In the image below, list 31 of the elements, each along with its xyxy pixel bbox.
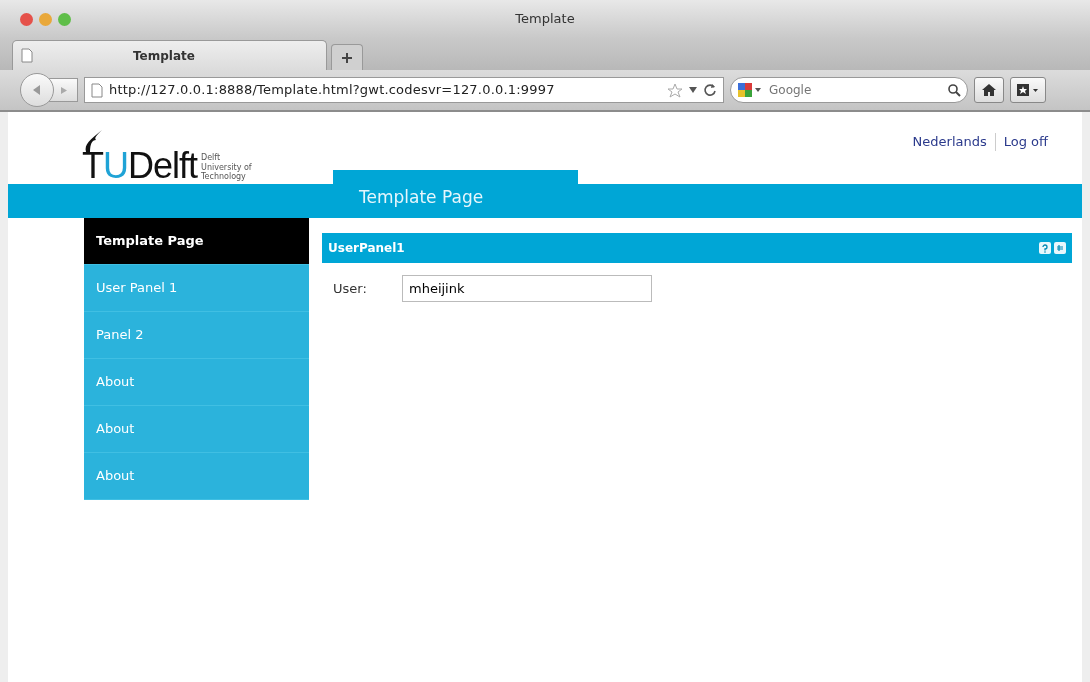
address-bar[interactable]: http://127.0.0.1:8888/Template.html?gwt.codesvr=127.0.0.1:9997 xyxy=(84,77,724,103)
dropdown-icon[interactable] xyxy=(689,87,697,93)
page-icon xyxy=(91,82,103,98)
home-button[interactable] xyxy=(974,77,1004,103)
header-link[interactable]: Log off xyxy=(1003,132,1048,152)
logo-wordmark: TUDelft xyxy=(82,148,198,184)
search-engine-icon[interactable] xyxy=(737,82,763,98)
home-icon xyxy=(981,83,997,97)
bookmarks-button[interactable] xyxy=(1010,77,1046,103)
help-icon[interactable] xyxy=(1039,242,1051,254)
page-icon xyxy=(21,48,33,63)
forward-arrow-icon xyxy=(58,85,68,95)
sidebar-item[interactable]: Template Page xyxy=(84,218,309,265)
zoom-button[interactable] xyxy=(58,12,71,26)
back-button[interactable] xyxy=(20,73,54,107)
field-label: User: xyxy=(333,279,368,298)
star-icon[interactable] xyxy=(667,82,683,98)
bookmark-star-icon xyxy=(1016,83,1040,97)
header-link[interactable]: Nederlands xyxy=(912,132,987,152)
user-field[interactable]: mheijink xyxy=(402,275,652,302)
browser-tab[interactable]: Template xyxy=(12,40,327,70)
plus-icon xyxy=(341,51,353,64)
reload-icon[interactable] xyxy=(703,83,717,97)
panel-title: UserPanel1 xyxy=(328,240,406,257)
new-tab-button[interactable] xyxy=(331,44,363,70)
window-title: Template xyxy=(515,11,575,27)
search-field[interactable]: Google xyxy=(730,77,968,103)
logo-tagline: Delft University of Technology xyxy=(201,153,252,181)
search-icon[interactable] xyxy=(948,83,961,97)
back-arrow-icon xyxy=(31,84,43,96)
close-button[interactable] xyxy=(20,12,33,26)
